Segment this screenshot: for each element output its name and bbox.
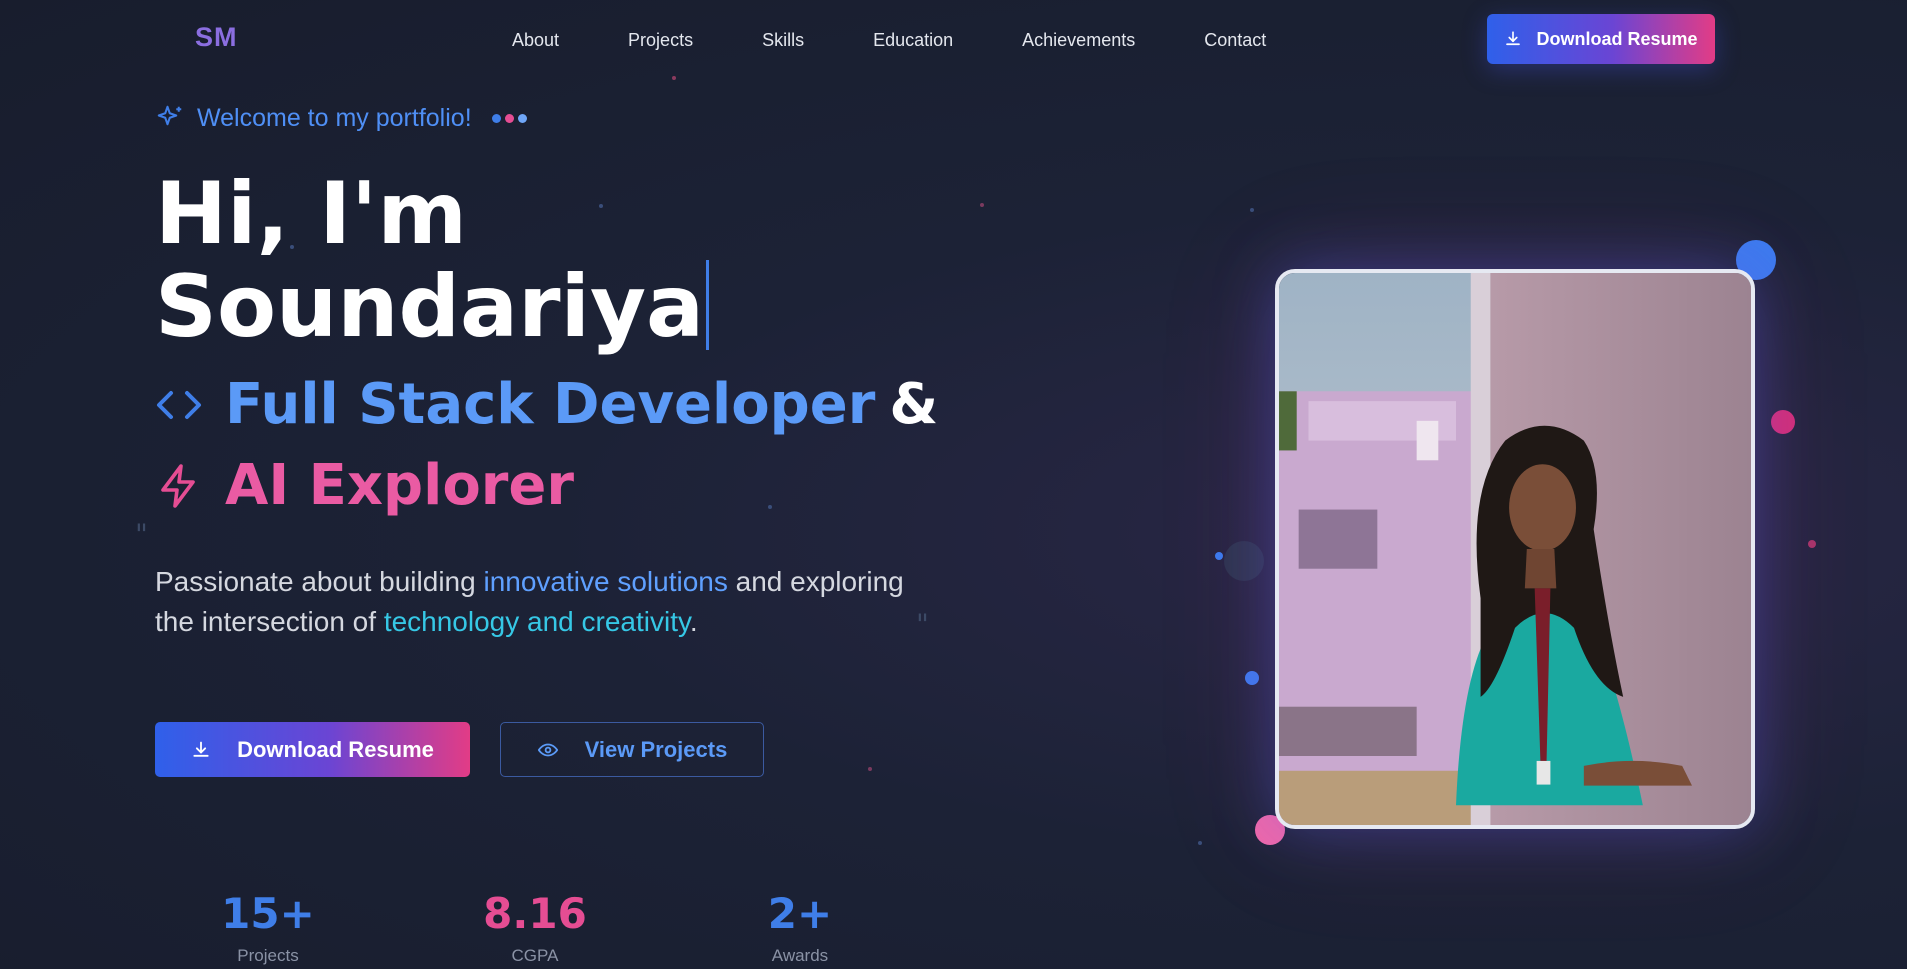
stat-projects: 15+ Projects <box>218 888 318 966</box>
desc-text: Passionate about building <box>155 566 484 597</box>
profile-photo <box>1275 269 1755 829</box>
zap-icon <box>161 464 195 508</box>
desc-highlight-1: innovative solutions <box>483 566 728 597</box>
eye-icon <box>537 743 558 756</box>
nav-links: About Projects Skills Education Achievem… <box>512 30 1335 51</box>
stat-value: 8.16 <box>483 889 587 938</box>
hero-name: Soundariya <box>155 257 705 357</box>
stat-label: Awards <box>771 946 829 965</box>
decor-bubble <box>1224 541 1264 581</box>
welcome-badge: Welcome to my portfolio! <box>155 103 527 133</box>
download-resume-button[interactable]: Download Resume <box>155 722 470 777</box>
nav-link-education[interactable]: Education <box>873 30 953 51</box>
nav-link-skills[interactable]: Skills <box>762 30 804 51</box>
stat-label: CGPA <box>511 946 559 965</box>
profile-photo-image <box>1279 273 1751 825</box>
stat-cgpa: 8.16 CGPA <box>480 888 590 966</box>
role-line-primary: Full Stack Developer & <box>155 370 938 440</box>
role-line-secondary: AI Explorer <box>155 451 574 521</box>
hero-heading: Hi, I'm Soundariya <box>155 164 710 353</box>
decor-bubble <box>1245 671 1259 685</box>
view-projects-button[interactable]: View Projects <box>500 722 764 777</box>
decor-bubble <box>1215 552 1223 560</box>
decor-dot <box>1808 540 1816 548</box>
welcome-text: Welcome to my portfolio! <box>197 103 472 132</box>
site-logo[interactable]: SM <box>195 22 238 53</box>
typing-dots <box>491 113 527 123</box>
decor-dot <box>1198 841 1202 845</box>
typing-cursor <box>706 260 710 350</box>
nav-link-achievements[interactable]: Achievements <box>1022 30 1135 51</box>
role-primary: Full Stack Developer <box>225 372 876 437</box>
decor-dot <box>768 505 772 509</box>
role-secondary: AI Explorer <box>225 453 575 518</box>
quote-close-icon: " <box>916 608 929 641</box>
dot <box>504 113 514 123</box>
role-ampersand: & <box>889 372 939 437</box>
view-projects-label: View Projects <box>584 736 728 762</box>
decor-dot <box>1250 208 1254 212</box>
stat-awards: 2+ Awards <box>755 888 845 966</box>
desc-text: . <box>689 606 698 637</box>
nav-link-contact[interactable]: Contact <box>1204 30 1266 51</box>
greeting: Hi, I'm <box>155 164 468 264</box>
dot <box>491 113 501 123</box>
top-navbar: SM About Projects Skills Education Achie… <box>0 0 1907 80</box>
portfolio-page: SM About Projects Skills Education Achie… <box>0 0 1907 969</box>
nav-link-projects[interactable]: Projects <box>628 30 693 51</box>
nav-download-label: Download Resume <box>1536 28 1698 49</box>
hero-name-line: Soundariya <box>155 260 710 353</box>
quote-open-icon: " <box>135 518 148 551</box>
stat-label: Projects <box>237 946 299 965</box>
desc-highlight-2: technology and creativity <box>383 606 690 637</box>
download-icon <box>1506 31 1521 46</box>
stat-value: 2+ <box>767 889 833 938</box>
dot <box>517 113 527 123</box>
decor-bubble <box>1771 410 1795 434</box>
download-icon <box>193 741 209 757</box>
decor-dot <box>868 767 872 771</box>
hero-description: Passionate about building innovative sol… <box>155 562 915 642</box>
decor-dot <box>980 203 984 207</box>
code-icon <box>157 391 201 419</box>
nav-download-resume-button[interactable]: Download Resume <box>1487 14 1715 64</box>
nav-link-about[interactable]: About <box>512 30 559 51</box>
stat-value: 15+ <box>221 889 315 938</box>
sparkles-icon <box>157 105 182 126</box>
download-resume-label: Download Resume <box>237 736 434 762</box>
decor-dot <box>672 76 676 80</box>
